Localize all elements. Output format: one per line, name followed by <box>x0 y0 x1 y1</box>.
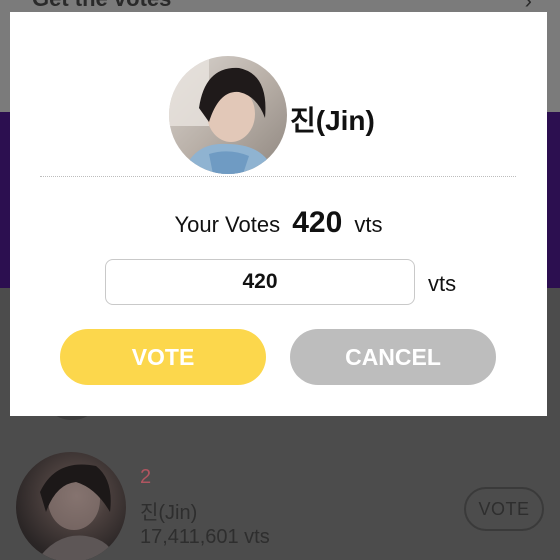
vote-amount-input[interactable] <box>105 259 415 305</box>
background-header-title: Get the votes <box>32 0 171 12</box>
vote-dialog: 진(Jin) Your Votes 420 vts vts VOTE CANCE… <box>10 12 547 416</box>
vote-count: 17,411,601 vts <box>140 526 270 548</box>
your-votes-summary: Your Votes 420 vts <box>10 206 547 240</box>
dotted-divider <box>40 176 516 177</box>
your-votes-label: Your Votes <box>174 212 281 237</box>
your-votes-value: 420 <box>292 206 343 239</box>
candidate-name: 진(Jin) <box>140 502 198 524</box>
vote-amount-unit: vts <box>428 271 457 296</box>
rank-number: 2 <box>140 466 152 488</box>
list-vote-button[interactable]: VOTE <box>464 487 544 531</box>
avatar-photo-icon <box>37 464 116 560</box>
cancel-button[interactable]: CANCEL <box>290 329 496 385</box>
list-item: 2 진(Jin) 17,411,601 vts VOTE <box>0 442 560 560</box>
your-votes-unit: vts <box>354 212 383 237</box>
avatar-photo-icon <box>169 56 287 174</box>
avatar <box>169 56 287 174</box>
candidate-name: 진(Jin) <box>290 105 375 136</box>
vote-button[interactable]: VOTE <box>60 329 266 385</box>
avatar <box>16 452 126 560</box>
